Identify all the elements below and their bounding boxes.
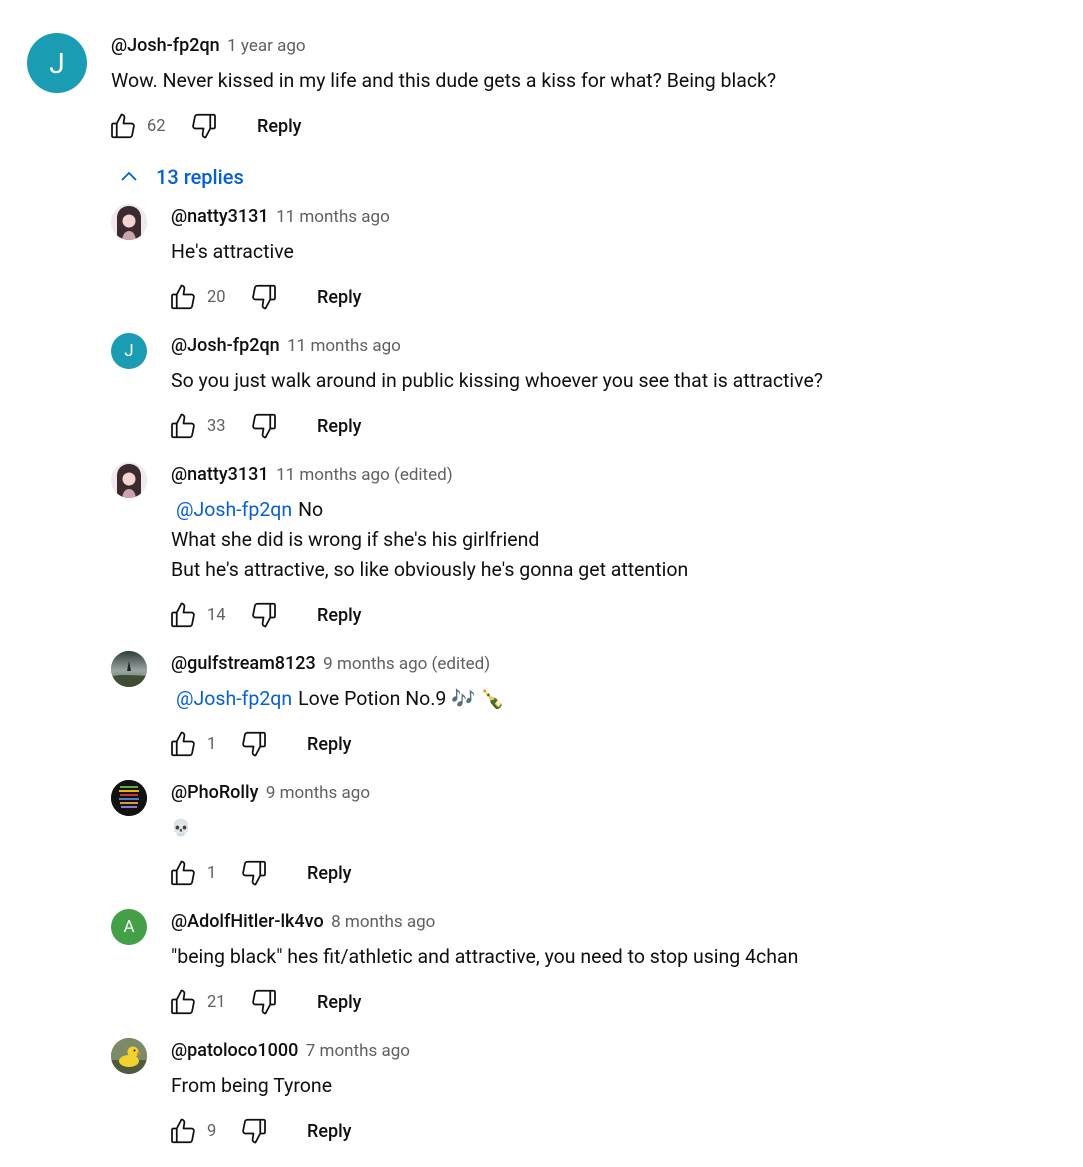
reply-button[interactable]: Reply [307,1121,352,1142]
avatar[interactable] [111,780,147,816]
comment-line: 💀 [171,818,191,837]
comment-text: @Josh-fp2qn Love Potion No.9 🎶 🍾 [171,684,505,714]
avatar[interactable] [111,462,147,498]
like-count: 9 [207,1121,217,1141]
comment-line: From being Tyrone [171,1074,333,1097]
timestamp[interactable]: 8 months ago [331,912,435,932]
timestamp[interactable]: 11 months ago (edited) [276,465,453,485]
comment-header: @AdolfHitler-lk4vo 8 months ago [171,911,435,932]
avatar-letter: A [123,917,135,937]
replies-count-label: 13 replies [156,165,244,189]
dislike-icon[interactable] [249,987,279,1017]
timestamp[interactable]: 7 months ago [306,1041,410,1061]
author-name[interactable]: @natty3131 [171,464,269,485]
timestamp[interactable]: 9 months ago [266,783,370,803]
reply-button[interactable]: Reply [257,116,302,137]
comment-actions: 14 [168,600,226,630]
comment-line: @Josh-fp2qn No [171,495,688,525]
dislike-icon[interactable] [239,729,269,759]
reply-button[interactable]: Reply [307,734,352,755]
comment-header: @gulfstream8123 9 months ago (edited) [171,653,490,674]
comment-header: @natty3131 11 months ago (edited) [171,464,453,485]
comment-header: @PhoRolly 9 months ago [171,782,370,803]
like-icon[interactable] [168,858,198,888]
reply-button[interactable]: Reply [317,287,362,308]
like-count: 21 [207,992,226,1012]
avatar[interactable] [111,1038,147,1074]
comment-text: @Josh-fp2qn No What she did is wrong if s… [171,495,688,585]
like-icon[interactable] [168,282,198,312]
comment-actions: 9 [168,1116,216,1146]
mention-link[interactable]: @Josh-fp2qn [176,498,292,521]
dislike-icon[interactable] [249,282,279,312]
comment-header: @natty3131 11 months ago [171,206,390,227]
timestamp[interactable]: 9 months ago (edited) [323,654,490,674]
comment-line-text: No [298,498,324,521]
comment-actions: 1 [168,858,216,888]
comment-actions: 62 [108,111,166,141]
like-icon[interactable] [168,1116,198,1146]
like-icon[interactable] [168,600,198,630]
author-name[interactable]: @PhoRolly [171,782,258,803]
avatar[interactable] [111,204,147,240]
like-count: 1 [207,863,217,883]
comment-line: But he's attractive, so like obviously h… [171,558,689,581]
chevron-up-icon [121,171,137,181]
like-icon[interactable] [168,411,198,441]
comment-text: "being black" hes fit/athletic and attra… [171,942,798,972]
comment-header: @Josh-fp2qn 11 months ago [171,335,401,356]
comment-line: "being black" hes fit/athletic and attra… [171,945,799,968]
comment-text: 💀 [171,813,191,843]
author-name[interactable]: @natty3131 [171,206,269,227]
like-icon[interactable] [168,729,198,759]
reply-button[interactable]: Reply [317,992,362,1013]
author-name[interactable]: @patoloco1000 [171,1040,298,1061]
timestamp[interactable]: 11 months ago [287,336,401,356]
comment-actions: 20 [168,282,226,312]
avatar[interactable]: A [111,909,147,945]
comment-header: @patoloco1000 7 months ago [171,1040,410,1061]
reply-button[interactable]: Reply [317,605,362,626]
comment-line: He's attractive [171,240,294,263]
comment-text: Wow. Never kissed in my life and this du… [111,69,777,92]
avatar-letter: J [124,341,134,361]
comment-line: What she did is wrong if she's his girlf… [171,528,540,551]
comment-line: So you just walk around in public kissin… [171,369,824,392]
like-count: 14 [207,605,226,625]
dislike-icon[interactable] [249,600,279,630]
like-icon[interactable] [168,987,198,1017]
like-count: 1 [207,734,217,754]
avatar[interactable]: J [111,333,147,369]
comment-line-text: Love Potion No.9 🎶 🍾 [298,687,505,710]
replies-toggle[interactable]: 13 replies [117,163,244,191]
comment-actions: 21 [168,987,226,1017]
comment-line: @Josh-fp2qn Love Potion No.9 🎶 🍾 [171,684,505,714]
like-count: 33 [207,416,226,436]
dislike-icon[interactable] [189,111,219,141]
like-icon[interactable] [108,111,138,141]
author-name[interactable]: @Josh-fp2qn [171,335,280,356]
dislike-icon[interactable] [239,858,269,888]
dislike-icon[interactable] [249,411,279,441]
author-name[interactable]: @Josh-fp2qn [111,35,220,56]
timestamp[interactable]: 11 months ago [276,207,390,227]
timestamp[interactable]: 1 year ago [227,36,305,56]
mention-link[interactable]: @Josh-fp2qn [176,687,292,710]
reply-button[interactable]: Reply [317,416,362,437]
comment-text: He's attractive [171,237,294,267]
dislike-icon[interactable] [239,1116,269,1146]
like-count: 62 [147,116,166,136]
reply-button[interactable]: Reply [307,863,352,884]
comment-text: From being Tyrone [171,1071,332,1101]
author-name[interactable]: @gulfstream8123 [171,653,316,674]
comment-header: @Josh-fp2qn 1 year ago [111,35,306,56]
comment-text: So you just walk around in public kissin… [171,366,823,396]
like-count: 20 [207,287,226,307]
comment-actions: 33 [168,411,226,441]
avatar[interactable]: J [27,33,87,93]
author-name[interactable]: @AdolfHitler-lk4vo [171,911,324,932]
avatar-letter: J [49,46,65,80]
avatar[interactable] [111,651,147,687]
comment-actions: 1 [168,729,216,759]
